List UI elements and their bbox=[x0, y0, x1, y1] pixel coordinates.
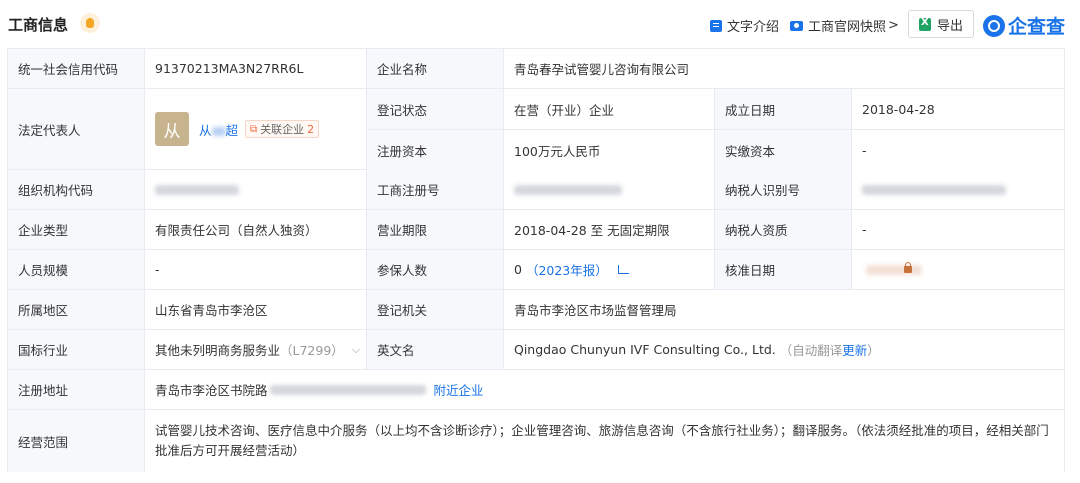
insured-value: 0 （2023年报） bbox=[504, 250, 715, 289]
table-row: 所属地区 山东省青岛市李沧区 登记机关 青岛市李沧区市场监督管理局 bbox=[8, 290, 1064, 330]
biz-term-value: 2018-04-28 至 无固定期限 bbox=[504, 210, 715, 249]
brand-logo[interactable]: 企查查 bbox=[983, 12, 1065, 39]
auto-translate-note: （自动翻译更新） bbox=[779, 343, 880, 358]
taxpayer-id-label: 纳税人识别号 bbox=[715, 170, 852, 209]
export-button[interactable]: 导出 bbox=[908, 10, 974, 38]
section-header: 工商信息 文字介绍 工商官网快照 > 导出 企查查 bbox=[0, 0, 1080, 48]
excel-icon bbox=[918, 17, 931, 31]
approval-date-value[interactable] bbox=[852, 250, 1064, 289]
snapshot-link[interactable]: 工商官网快照 > bbox=[790, 16, 899, 35]
est-date-value: 2018-04-28 bbox=[852, 89, 1064, 129]
section-title: 工商信息 bbox=[8, 16, 69, 34]
chart-icon[interactable] bbox=[617, 265, 629, 274]
taxpayer-qual-value: - bbox=[852, 210, 1064, 249]
approval-date-label: 核准日期 bbox=[715, 250, 852, 289]
nearby-companies-link[interactable]: 附近企业 bbox=[434, 380, 484, 399]
taxpayer-id-value bbox=[852, 170, 1064, 209]
insured-year-link[interactable]: （2023年报） bbox=[526, 260, 608, 279]
reg-capital-label: 注册资本 bbox=[367, 130, 504, 170]
table-row: 国标行业 其他未列明商务服务业 （L7299） ⌵ 英文名 Qingdao Ch… bbox=[8, 330, 1064, 370]
link-icon: ⧉ bbox=[250, 123, 258, 135]
biz-reg-no-value bbox=[504, 170, 715, 209]
biz-term-label: 营业期限 bbox=[367, 210, 504, 249]
industry-name: 其他未列明商务服务业 bbox=[155, 343, 281, 358]
export-label: 导出 bbox=[936, 18, 963, 34]
related-count: 2 bbox=[307, 122, 315, 136]
english-name-value: Qingdao Chunyun IVF Consulting Co., Ltd.… bbox=[504, 330, 1064, 369]
brand-name: 企查查 bbox=[1008, 16, 1066, 38]
related-companies-tag[interactable]: ⧉ 关联企业 2 bbox=[245, 120, 320, 138]
reg-capital-value: 100万元人民币 bbox=[504, 130, 715, 170]
industry-label: 国标行业 bbox=[8, 330, 145, 369]
staff-size-value: - bbox=[145, 250, 367, 289]
biz-reg-no-label: 工商注册号 bbox=[367, 170, 504, 209]
avatar[interactable]: 从 bbox=[155, 112, 189, 146]
org-code-label: 组织机构代码 bbox=[8, 170, 145, 209]
region-value: 山东省青岛市李沧区 bbox=[145, 290, 367, 329]
english-name-label: 英文名 bbox=[367, 330, 504, 369]
insured-count: 0 bbox=[514, 262, 522, 277]
reg-status-value: 在营（开业）企业 bbox=[504, 89, 715, 129]
industry-code: （L7299） bbox=[280, 343, 344, 358]
table-row: 法定代表人 从 从超 ⧉ 关联企业 2 登记状态 在营（开业）企业 成立日期 2… bbox=[8, 89, 1064, 170]
company-name-value[interactable]: 青岛春孕试管婴儿咨询有限公司 bbox=[504, 49, 1064, 88]
region-label: 所属地区 bbox=[8, 290, 145, 329]
paid-capital-value: - bbox=[852, 130, 1064, 170]
lock-icon bbox=[904, 262, 912, 273]
legal-rep-label: 法定代表人 bbox=[8, 89, 145, 169]
org-code-value bbox=[145, 170, 367, 209]
text-intro-link[interactable]: 文字介绍 bbox=[710, 16, 779, 35]
related-label: 关联企业 bbox=[260, 123, 305, 136]
reg-status-label: 登记状态 bbox=[367, 89, 504, 129]
table-row: 组织机构代码 工商注册号 纳税人识别号 bbox=[8, 170, 1064, 210]
doc-icon bbox=[710, 19, 722, 32]
chevron-down-icon[interactable]: ⌵ bbox=[352, 343, 360, 357]
company-type-label: 企业类型 bbox=[8, 210, 145, 249]
company-name-label: 企业名称 bbox=[367, 49, 504, 88]
english-name: Qingdao Chunyun IVF Consulting Co., Ltd. bbox=[514, 342, 776, 357]
company-type-value: 有限责任公司（自然人独资） bbox=[145, 210, 367, 249]
reg-address-label: 注册地址 bbox=[8, 370, 145, 409]
insured-label: 参保人数 bbox=[367, 250, 504, 289]
chevron-right-icon: > bbox=[888, 18, 899, 33]
reg-authority-value: 青岛市李沧区市场监督管理局 bbox=[504, 290, 1064, 329]
taxpayer-qual-label: 纳税人资质 bbox=[715, 210, 852, 249]
snapshot-label: 工商官网快照 bbox=[808, 20, 887, 35]
biz-scope-value: 试管婴儿技术咨询、医疗信息中介服务（以上均不含诊断诊疗）；企业管理咨询、旅游信息… bbox=[145, 410, 1064, 472]
table-row: 经营范围 试管婴儿技术咨询、医疗信息中介服务（以上均不含诊断诊疗）；企业管理咨询… bbox=[8, 410, 1064, 472]
est-date-label: 成立日期 bbox=[715, 89, 852, 129]
reg-authority-label: 登记机关 bbox=[367, 290, 504, 329]
credit-code-label: 统一社会信用代码 bbox=[8, 49, 145, 88]
staff-size-label: 人员规模 bbox=[8, 250, 145, 289]
table-row: 统一社会信用代码 91370213MA3N27RR6L 企业名称 青岛春孕试管婴… bbox=[8, 49, 1064, 89]
camera-icon bbox=[790, 20, 803, 31]
text-intro-label: 文字介绍 bbox=[727, 20, 780, 35]
legal-rep-value: 从 从超 ⧉ 关联企业 2 bbox=[145, 89, 367, 169]
paid-capital-label: 实缴资本 bbox=[715, 130, 852, 170]
update-link[interactable]: 更新 bbox=[842, 343, 867, 358]
industry-value[interactable]: 其他未列明商务服务业 （L7299） ⌵ bbox=[145, 330, 367, 369]
qcc-logo-icon bbox=[983, 14, 1005, 37]
address-text: 青岛市李沧区书院路 bbox=[155, 383, 268, 398]
business-info-table: 统一社会信用代码 91370213MA3N27RR6L 企业名称 青岛春孕试管婴… bbox=[7, 48, 1065, 472]
table-row: 注册地址 青岛市李沧区书院路 附近企业 bbox=[8, 370, 1064, 410]
legal-rep-name[interactable]: 从超 bbox=[199, 120, 238, 139]
credit-code-value[interactable]: 91370213MA3N27RR6L bbox=[145, 49, 367, 88]
bell-badge-icon[interactable] bbox=[80, 13, 100, 33]
table-row: 人员规模 - 参保人数 0 （2023年报） 核准日期 bbox=[8, 250, 1064, 290]
reg-address-value: 青岛市李沧区书院路 附近企业 bbox=[145, 370, 1064, 409]
biz-scope-label: 经营范围 bbox=[8, 410, 145, 472]
table-row: 企业类型 有限责任公司（自然人独资） 营业期限 2018-04-28 至 无固定… bbox=[8, 210, 1064, 250]
